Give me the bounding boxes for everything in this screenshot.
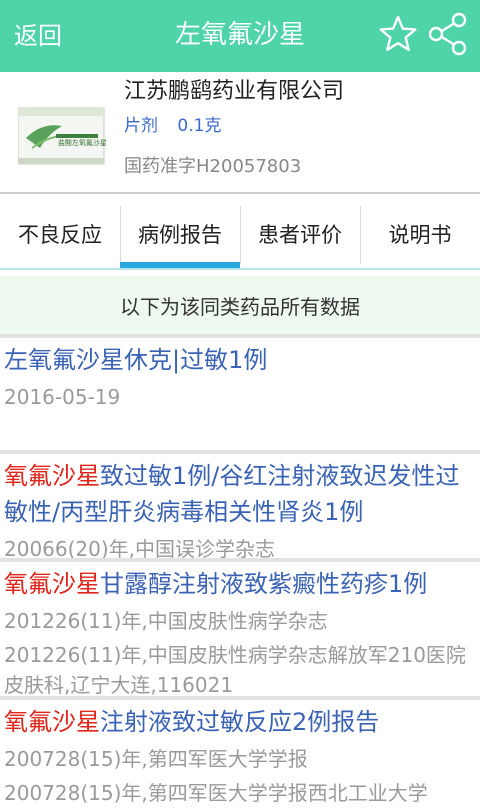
dosage-form: 片剂 — [124, 116, 158, 136]
item-highlight: 氧氟沙星 — [4, 708, 100, 736]
case-report-list: 左氧氟沙星休克|过敏1例 2016-05-19 氧氟沙星致过敏1例/谷红注射液致… — [0, 334, 480, 806]
item-meta: 201226(11)年,中国皮肤性病学杂志解放军210医院皮肤科,辽宁大连,11… — [4, 643, 466, 697]
product-box-image: 盐酸左氧氟沙星片 — [18, 107, 106, 165]
item-highlight: 氧氟沙星 — [4, 462, 100, 490]
app-bar: 返回 左氧氟沙星 — [0, 0, 480, 72]
divider — [0, 192, 480, 194]
item-meta: 200728(15)年,第四军医大学学报西北工业大学 — [4, 781, 428, 805]
list-item[interactable]: 氧氟沙星甘露醇注射液致紫癜性药疹1例 201226(11)年,中国皮肤性病学杂志… — [0, 558, 480, 697]
item-title: 氧氟沙星致过敏1例/谷红注射液致迟发性过敏性/丙型肝炎病毒相关性肾炎1例 — [4, 462, 460, 526]
item-meta: 200728(15)年,第四军医大学学报 — [4, 747, 308, 771]
item-highlight: 氧氟沙星 — [4, 570, 100, 598]
tab-case-reports[interactable]: 病例报告 — [120, 200, 240, 270]
product-spec: 片剂 0.1克 — [124, 114, 235, 138]
item-title: 氧氟沙星注射液致过敏反应2例报告 — [4, 708, 380, 736]
star-outline-icon[interactable] — [378, 14, 418, 54]
tab-label: 病例报告 — [138, 223, 222, 247]
item-title: 氧氟沙星甘露醇注射液致紫癜性药疹1例 — [4, 570, 428, 598]
tab-label: 患者评价 — [258, 223, 342, 247]
company-name: 江苏鹏鹞药业有限公司 — [124, 79, 345, 104]
product-box-label: 盐酸左氧氟沙星片 — [58, 138, 106, 147]
approval-number: 国药准字H20057803 — [124, 156, 302, 177]
tab-adverse-reactions[interactable]: 不良反应 — [0, 200, 120, 270]
item-title: 左氧氟沙星休克|过敏1例 — [4, 346, 268, 374]
list-item[interactable]: 左氧氟沙星休克|过敏1例 2016-05-19 — [0, 334, 480, 450]
share-icon[interactable] — [426, 12, 468, 56]
item-meta: 2016-05-19 — [4, 385, 121, 409]
tab-label: 不良反应 — [18, 223, 102, 247]
list-item[interactable]: 氧氟沙星注射液致过敏反应2例报告 200728(15)年,第四军医大学学报 20… — [0, 696, 480, 806]
tab-underline — [0, 268, 480, 270]
tab-bar: 不良反应 病例报告 患者评价 说明书 — [0, 200, 480, 270]
tab-label: 说明书 — [388, 223, 452, 247]
notice-banner: 以下为该同类药品所有数据 — [0, 276, 480, 334]
list-item[interactable]: 氧氟沙星致过敏1例/谷红注射液致迟发性过敏性/丙型肝炎病毒相关性肾炎1例 200… — [0, 450, 480, 561]
item-meta: 201226(11)年,中国皮肤性病学杂志 — [4, 609, 328, 633]
tab-patient-reviews[interactable]: 患者评价 — [240, 200, 360, 270]
strength: 0.1克 — [177, 116, 222, 136]
tab-instructions[interactable]: 说明书 — [360, 200, 480, 270]
product-header: 盐酸左氧氟沙星片 江苏鹏鹞药业有限公司 片剂 0.1克 国药准字H2005780… — [0, 72, 480, 192]
